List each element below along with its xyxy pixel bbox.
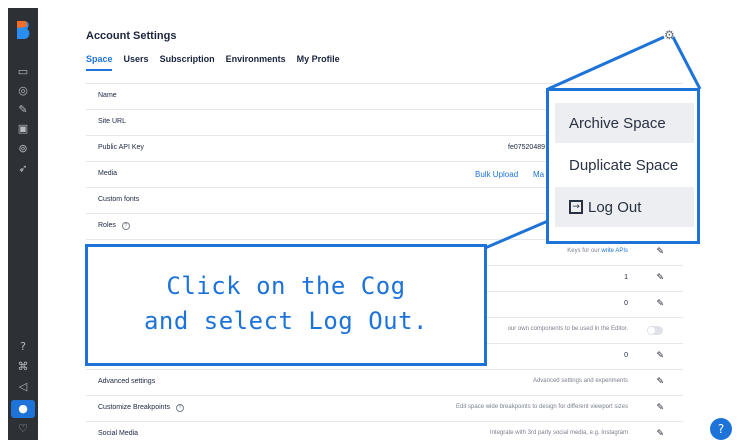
duplicate-space-menu-item[interactable]: Duplicate Space: [555, 145, 694, 185]
edit-icon[interactable]: ✎: [656, 299, 664, 309]
row-label: Customize Breakpoints?: [98, 404, 184, 412]
command-icon[interactable]: ⌘: [16, 360, 30, 374]
page-title: Account Settings: [86, 30, 177, 42]
api-key-value: fe07520489: [508, 144, 545, 151]
help-button[interactable]: ?: [710, 418, 732, 440]
callout-line-2: and select Log Out.: [143, 307, 429, 335]
settings-row-social-media: Social Media Integrate with 3rd party so…: [86, 422, 683, 440]
row-label: Advanced settings: [98, 378, 156, 385]
edit-icon[interactable]: ✎: [656, 351, 664, 361]
settings-row-breakpoints: Customize Breakpoints? Edit space wide b…: [86, 396, 683, 422]
settings-tabs: Space Users Subscription Environments My…: [86, 54, 340, 64]
settings-dropdown-menu: Archive Space Duplicate Space → Log Out: [546, 88, 700, 244]
edit-icon[interactable]: ✎: [656, 247, 664, 257]
layers-icon[interactable]: ▭: [16, 65, 30, 79]
row-label: Site URL: [98, 118, 127, 125]
heart-icon[interactable]: ♡: [16, 422, 30, 436]
row-label: Name: [98, 92, 117, 99]
active-tab-indicator: [86, 69, 112, 71]
row-label: Social Media: [98, 430, 139, 437]
row-description: Keys for our write APIs: [567, 248, 628, 254]
manage-media-link[interactable]: Ma: [533, 170, 544, 179]
gear-icon[interactable]: ⚙: [664, 28, 678, 42]
help-icon[interactable]: ?: [16, 340, 30, 354]
row-description: Edit space wide breakpoints to design fo…: [456, 404, 628, 410]
logout-icon: →: [569, 200, 583, 214]
breakpoints-help-icon[interactable]: ?: [175, 404, 184, 412]
row-value: 1: [624, 274, 628, 281]
rocket-icon[interactable]: ➶: [16, 162, 30, 176]
archive-space-menu-item[interactable]: Archive Space: [555, 103, 694, 143]
tab-my-profile[interactable]: My Profile: [297, 54, 340, 64]
edit-icon[interactable]: ✎: [656, 377, 664, 387]
sidebar: ▭ ◎ ✎ ▣ ⊚ ➶ ? ⌘ ◁ ● ♡: [8, 8, 38, 440]
megaphone-icon[interactable]: ◁: [16, 380, 30, 394]
database-icon[interactable]: ◎: [16, 84, 30, 98]
edit-icon[interactable]: ✎: [656, 429, 664, 439]
magic-wand-icon[interactable]: ✎: [16, 103, 30, 117]
row-description: Integrate with 3rd party social media, e…: [489, 430, 628, 436]
logout-menu-item[interactable]: → Log Out: [555, 187, 694, 227]
tab-space[interactable]: Space: [86, 54, 113, 64]
calendar-icon[interactable]: ▣: [16, 122, 30, 136]
row-description: our own components to be used in the Edi…: [507, 326, 628, 332]
edit-icon[interactable]: ✎: [656, 273, 664, 283]
tab-subscription[interactable]: Subscription: [160, 54, 215, 64]
row-value: 0: [624, 352, 628, 359]
row-label: Public API Key: [98, 144, 144, 151]
callout-text: Click on the Cog and select Log Out.: [88, 269, 484, 339]
roles-help-icon[interactable]: ?: [121, 222, 130, 230]
instruction-callout: Click on the Cog and select Log Out.: [85, 244, 487, 366]
row-label: Custom fonts: [98, 196, 140, 203]
bulk-upload-link[interactable]: Bulk Upload: [475, 170, 518, 179]
logo-icon: [17, 21, 30, 39]
logout-label: Log Out: [588, 198, 642, 216]
tab-environments[interactable]: Environments: [226, 54, 286, 64]
row-label: Roles?: [98, 222, 130, 230]
callout-line-1: Click on the Cog: [166, 272, 406, 300]
edit-icon[interactable]: ✎: [656, 403, 664, 413]
components-toggle[interactable]: [647, 326, 663, 335]
row-value: 0: [624, 300, 628, 307]
settings-row-advanced: Advanced settings Advanced settings and …: [86, 370, 683, 396]
workflow-icon[interactable]: ⊚: [16, 142, 30, 156]
write-apis-link[interactable]: write APIs: [601, 248, 628, 254]
tab-users[interactable]: Users: [124, 54, 149, 64]
account-icon[interactable]: ●: [11, 400, 35, 418]
row-description: Advanced settings and experiments: [532, 378, 628, 384]
row-label: Media: [98, 170, 118, 177]
